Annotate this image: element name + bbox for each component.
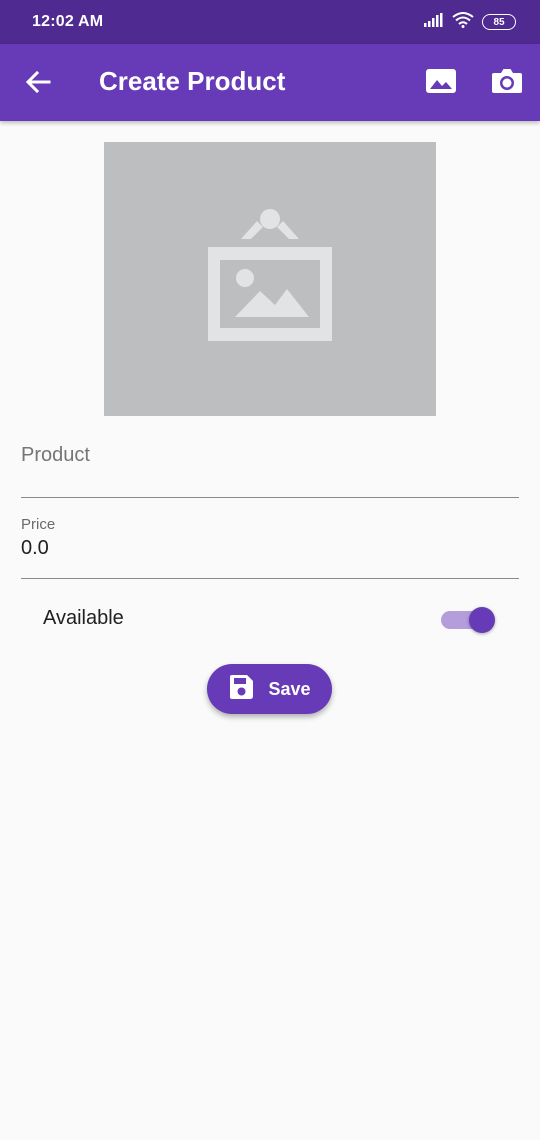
page-title: Create Product	[99, 66, 286, 96]
status-bar: 12:02 AM 85	[0, 0, 540, 44]
save-label: Save	[268, 678, 311, 699]
image-icon	[425, 68, 457, 99]
status-icons: 85	[424, 11, 516, 33]
product-input[interactable]	[21, 444, 519, 467]
back-button[interactable]	[22, 68, 54, 100]
save-button[interactable]: Save	[207, 664, 332, 714]
battery-level: 85	[493, 16, 505, 28]
price-input[interactable]	[21, 537, 519, 560]
save-icon	[228, 674, 254, 705]
price-label: Price	[21, 516, 56, 533]
product-field[interactable]	[21, 430, 519, 498]
camera-button[interactable]	[490, 66, 524, 100]
camera-icon	[491, 67, 523, 100]
framed-picture-icon	[205, 207, 335, 352]
battery-icon: 85	[482, 14, 516, 30]
available-label: Available	[43, 606, 124, 629]
switch-thumb	[469, 607, 495, 633]
gallery-button[interactable]	[424, 66, 458, 100]
app-bar: Create Product	[0, 44, 540, 121]
available-switch[interactable]	[441, 603, 495, 633]
arrow-back-icon	[25, 70, 51, 99]
price-field[interactable]: Price	[21, 512, 519, 579]
available-row: Available	[43, 598, 495, 638]
status-time: 12:02 AM	[32, 13, 104, 30]
wifi-icon	[452, 11, 474, 33]
signal-icon	[424, 12, 444, 32]
product-image-placeholder[interactable]	[104, 142, 436, 416]
